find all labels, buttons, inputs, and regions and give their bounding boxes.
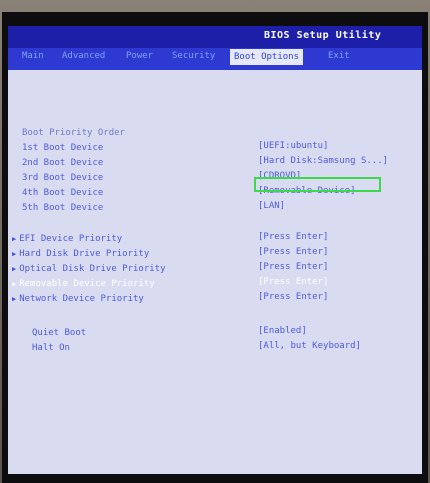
arrow-right-icon: ▶ xyxy=(12,250,17,258)
tab-advanced[interactable]: Advanced xyxy=(62,51,105,61)
boot-device-5-label: 5th Boot Device xyxy=(22,203,104,213)
boot-device-1-label: 1st Boot Device xyxy=(22,143,104,153)
menu-bar: Main Advanced Power Security Boot Option… xyxy=(8,48,422,66)
tab-power[interactable]: Power xyxy=(126,51,153,61)
tab-exit[interactable]: Exit xyxy=(328,51,350,61)
boot-device-1-value[interactable]: [UEFI:ubuntu] xyxy=(258,141,328,151)
arrow-right-icon: ▶ xyxy=(12,265,17,273)
submenu-network-priority[interactable]: ▶ Network Device Priority xyxy=(12,294,144,304)
submenu-hdd-value[interactable]: [Press Enter] xyxy=(258,247,328,257)
submenu-efi-value[interactable]: [Press Enter] xyxy=(258,232,328,242)
tab-security[interactable]: Security xyxy=(172,51,215,61)
submenu-efi-priority[interactable]: ▶ EFI Device Priority xyxy=(12,234,122,244)
submenu-removable-priority[interactable]: ▶ Removable Device Priority xyxy=(12,279,155,289)
tab-main[interactable]: Main xyxy=(22,51,44,61)
bios-screen: BIOS Setup Utility Main Advanced Power S… xyxy=(8,26,422,474)
window-title: BIOS Setup Utility xyxy=(264,30,382,41)
tab-boot-options[interactable]: Boot Options xyxy=(230,49,304,65)
boot-device-3-label: 3rd Boot Device xyxy=(22,173,104,183)
boot-device-5-value[interactable]: [LAN] xyxy=(258,201,285,211)
submenu-network-label: Network Device Priority xyxy=(19,294,144,304)
highlight-box xyxy=(254,177,381,192)
boot-priority-heading: Boot Priority Order xyxy=(22,128,125,138)
halt-on-value[interactable]: [All, but Keyboard] xyxy=(258,341,361,351)
submenu-removable-label: Removable Device Priority xyxy=(19,279,155,289)
submenu-hdd-label: Hard Disk Drive Priority xyxy=(19,249,150,259)
boot-device-4-label: 4th Boot Device xyxy=(22,188,104,198)
arrow-right-icon: ▶ xyxy=(12,295,17,303)
arrow-right-icon: ▶ xyxy=(12,280,17,288)
submenu-efi-label: EFI Device Priority xyxy=(19,234,123,244)
quiet-boot-value[interactable]: [Enabled] xyxy=(258,326,307,336)
arrow-right-icon: ▶ xyxy=(12,235,17,243)
boot-device-2-value[interactable]: [Hard Disk:Samsung S...] xyxy=(258,156,388,166)
quiet-boot-label: Quiet Boot xyxy=(32,328,87,338)
halt-on-label: Halt On xyxy=(32,343,70,353)
submenu-hdd-priority[interactable]: ▶ Hard Disk Drive Priority xyxy=(12,249,149,259)
title-bar: BIOS Setup Utility xyxy=(8,26,422,48)
boot-options-panel: Boot Priority Order 1st Boot Device [UEF… xyxy=(8,70,422,474)
submenu-removable-value[interactable]: [Press Enter] xyxy=(258,277,328,287)
submenu-network-value[interactable]: [Press Enter] xyxy=(258,292,328,302)
boot-device-2-label: 2nd Boot Device xyxy=(22,158,104,168)
submenu-optical-value[interactable]: [Press Enter] xyxy=(258,262,328,272)
submenu-optical-label: Optical Disk Drive Priority xyxy=(19,264,166,274)
submenu-optical-priority[interactable]: ▶ Optical Disk Drive Priority xyxy=(12,264,166,274)
